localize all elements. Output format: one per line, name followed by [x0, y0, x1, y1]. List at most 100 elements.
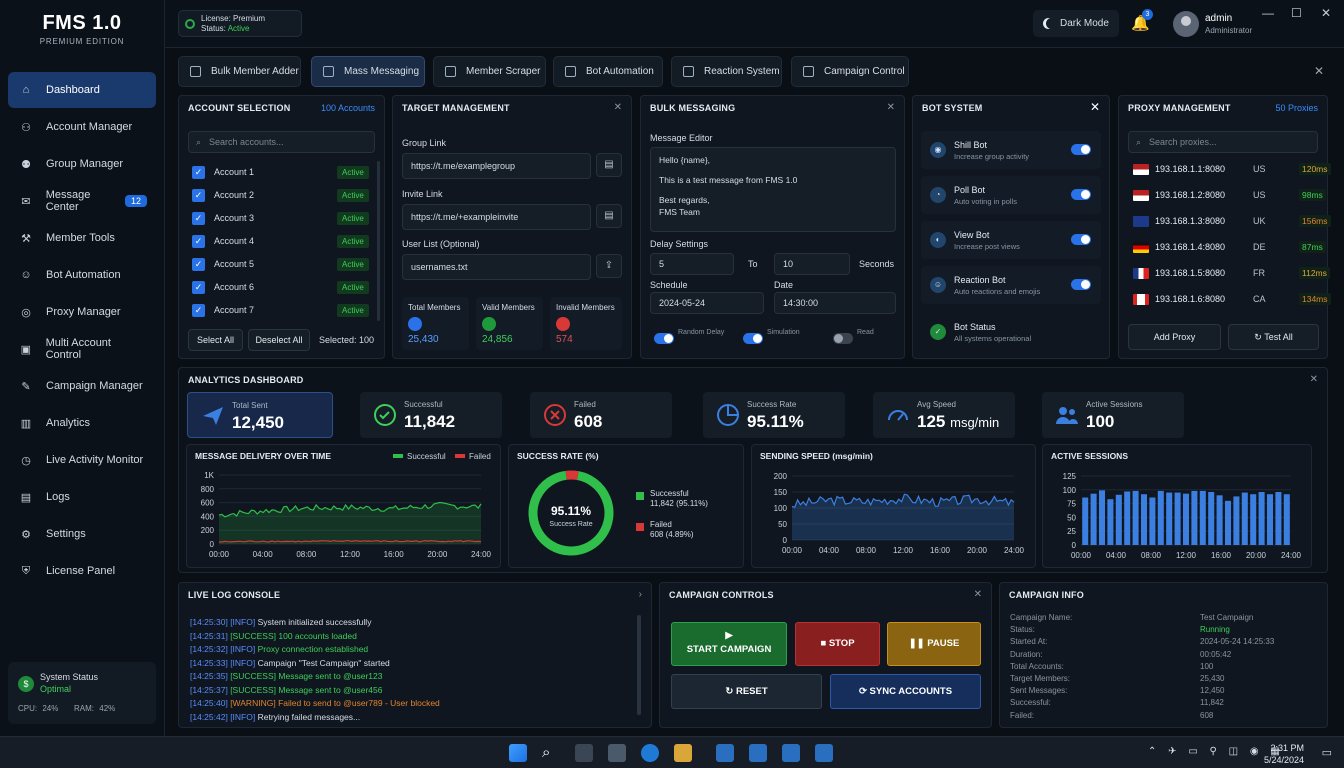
checkbox[interactable]: ✓	[192, 304, 205, 317]
sidebar-item-message-center[interactable]: ✉ Message Center 12	[8, 183, 156, 219]
sidebar-item-dashboard[interactable]: ⌂ Dashboard	[8, 72, 156, 108]
reset-button[interactable]: ↻ RESET	[671, 674, 822, 709]
bar	[1115, 494, 1122, 545]
checkbox[interactable]: ✓	[192, 212, 205, 225]
close-panel-icon[interactable]: ✕	[614, 102, 622, 113]
pause-button[interactable]: ❚❚ PAUSE	[887, 622, 981, 666]
close-panel-icon[interactable]: ✕	[1310, 374, 1318, 385]
sidebar-item-analytics[interactable]: ▥ Analytics	[8, 405, 156, 441]
sidebar-item-live-activity-monitor[interactable]: ◷ Live Activity Monitor	[8, 442, 156, 478]
proxy-row[interactable]: 193.168.1.6:8080 CA 134ms	[1127, 289, 1331, 311]
account-search-input[interactable]: Search accounts... ⌕	[188, 131, 375, 153]
sidebar-item-campaign-manager[interactable]: ✎ Campaign Manager	[8, 368, 156, 404]
proxy-row[interactable]: 193.168.1.4:8080 DE 87ms	[1127, 237, 1326, 259]
folder-icon[interactable]	[674, 744, 692, 762]
proxy-row[interactable]: 193.168.1.2:8080 US 98ms	[1127, 185, 1326, 207]
bot-toggle[interactable]	[1071, 189, 1091, 200]
proxy-row[interactable]: 193.168.1.1:8080 US 120ms	[1127, 159, 1331, 181]
sidebar-item-bot-automation[interactable]: ☺ Bot Automation	[8, 257, 156, 293]
checkbox[interactable]: ✓	[192, 258, 205, 271]
bot-toggle[interactable]	[1071, 234, 1091, 245]
checkbox[interactable]: ✓	[192, 281, 205, 294]
checkbox[interactable]: ✓	[192, 166, 205, 179]
proxy-search-input[interactable]: Search proxies... ⌕	[1128, 131, 1318, 153]
close-tab-icon[interactable]: ✕	[1314, 64, 1324, 78]
bot-toggle[interactable]	[1071, 279, 1091, 290]
simulation-toggle[interactable]	[743, 333, 763, 344]
sidebar-item-label: Multi Account Control	[45, 337, 111, 361]
add-proxy-button[interactable]: Add Proxy	[1128, 324, 1221, 350]
sidebar-item-settings[interactable]: ⚙ Settings	[8, 516, 156, 552]
sidebar-item-license-panel[interactable]: ⛨ License Panel	[8, 553, 156, 589]
sync-accounts-button[interactable]: ⟳ SYNC ACCOUNTS	[830, 674, 981, 709]
user-list-input[interactable]: usernames.txt	[402, 254, 591, 280]
delay-to-input[interactable]: 10	[774, 253, 850, 275]
checkbox[interactable]: ✓	[192, 235, 205, 248]
select-all-button[interactable]: Select All	[188, 329, 243, 351]
app-icon[interactable]	[749, 744, 767, 762]
explorer-icon[interactable]	[608, 744, 626, 762]
schedule-date-input[interactable]: 2024-05-24	[650, 292, 764, 314]
app-icon[interactable]	[782, 744, 800, 762]
deselect-all-button[interactable]: Deselect All	[248, 329, 310, 351]
maximize-button[interactable]: ☐	[1291, 6, 1302, 20]
message-editor[interactable]: Hello {name}, This is a test message fro…	[650, 147, 896, 232]
tab-bulk-member-adder[interactable]: Bulk Member Adder	[178, 56, 301, 87]
schedule-time-input[interactable]: 14:30:00	[774, 292, 896, 314]
app-icon[interactable]	[815, 744, 833, 762]
sidebar-item-account-manager[interactable]: ⚇ Account Manager	[8, 109, 156, 145]
edge-icon[interactable]	[641, 744, 659, 762]
checkbox[interactable]: ✓	[192, 189, 205, 202]
invite-link-label: Invite Link	[402, 189, 443, 199]
read-toggle[interactable]	[833, 333, 853, 344]
tab-member-scraper[interactable]: Member Scraper	[433, 56, 546, 87]
test-all-button[interactable]: ↻ Test All	[1228, 324, 1319, 350]
invite-link-input[interactable]: https://t.me/+exampleinvite	[402, 204, 591, 230]
tab-bot-automation[interactable]: Bot Automation	[553, 56, 663, 87]
account-row[interactable]: ✓ Account 4 Active	[192, 233, 370, 251]
close-panel-icon[interactable]: ✕	[887, 102, 895, 113]
stop-button[interactable]: ■ STOP	[795, 622, 880, 666]
start-icon[interactable]	[509, 744, 527, 762]
account-row[interactable]: ✓ Account 5 Active	[192, 256, 370, 274]
paste-icon[interactable]: ▤	[596, 153, 622, 177]
notification-center-icon[interactable]: ▭	[1322, 746, 1332, 759]
sidebar-item-group-manager[interactable]: ⚉ Group Manager	[8, 146, 156, 182]
random-delay-toggle[interactable]	[654, 333, 674, 344]
scrollbar[interactable]	[377, 161, 380, 321]
start-campaign-button[interactable]: ▶ START CAMPAIGN	[671, 622, 787, 666]
sidebar-item-member-tools[interactable]: ⚒ Member Tools	[8, 220, 156, 256]
task-view-icon[interactable]	[575, 744, 593, 762]
close-panel-icon[interactable]: ✕	[1090, 100, 1100, 114]
status-badge: Active	[337, 281, 369, 294]
upload-icon[interactable]: ⇪	[596, 254, 622, 278]
proxy-row[interactable]: 193.168.1.3:8080 UK 156ms	[1127, 211, 1331, 233]
dark-mode-toggle[interactable]: Dark Mode	[1033, 10, 1119, 37]
close-window-button[interactable]: ✕	[1321, 6, 1331, 20]
notifications-button[interactable]: 🔔 3	[1131, 9, 1153, 32]
account-row[interactable]: ✓ Account 1 Active	[192, 164, 370, 182]
tab-campaign-control[interactable]: Campaign Control	[791, 56, 909, 87]
sidebar-item-logs[interactable]: ▤ Logs	[8, 479, 156, 515]
tab-reaction-system[interactable]: Reaction System	[671, 56, 782, 87]
sidebar-item-proxy-manager[interactable]: ◎ Proxy Manager	[8, 294, 156, 330]
log-scrollbar[interactable]	[637, 615, 641, 715]
close-panel-icon[interactable]: ✕	[974, 589, 982, 600]
tab-mass-messaging[interactable]: Mass Messaging	[311, 56, 425, 87]
avatar[interactable]	[1173, 11, 1199, 37]
delay-from-input[interactable]: 5	[650, 253, 734, 275]
sidebar-item-multi-account-control[interactable]: ▣ Multi Account Control	[8, 331, 156, 367]
bot-toggle[interactable]	[1071, 144, 1091, 155]
group-link-input[interactable]: https://t.me/examplegroup	[402, 153, 591, 179]
account-row[interactable]: ✓ Account 7 Active	[192, 302, 370, 320]
minimize-button[interactable]: —	[1262, 6, 1274, 20]
paste-icon[interactable]: ▤	[596, 204, 622, 228]
tray-icons[interactable]: ⌃ ✈ ▭ ⚲ ◫ ◉ ▦	[1148, 746, 1280, 757]
account-row[interactable]: ✓ Account 3 Active	[192, 210, 370, 228]
chevron-right-icon[interactable]: ›	[639, 589, 642, 600]
app-icon[interactable]	[716, 744, 734, 762]
account-row[interactable]: ✓ Account 6 Active	[192, 279, 370, 297]
account-row[interactable]: ✓ Account 2 Active	[192, 187, 370, 205]
proxy-row[interactable]: 193.168.1.5:8080 FR 112ms	[1127, 263, 1330, 285]
search-icon[interactable]: ⌕	[542, 744, 560, 762]
